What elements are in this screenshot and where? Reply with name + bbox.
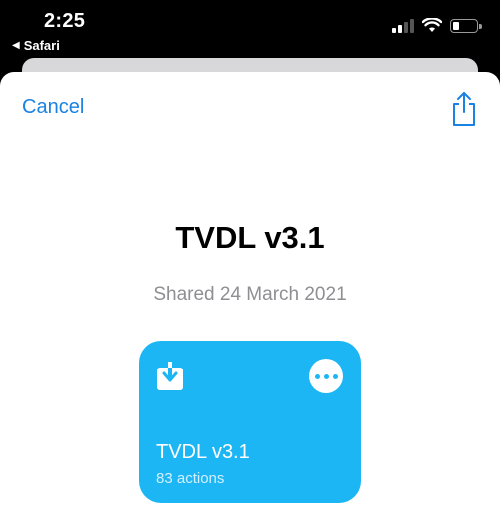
cancel-button[interactable]: Cancel: [22, 96, 84, 119]
shortcut-title: TVDL v3.1: [175, 220, 325, 255]
tile-shortcut-name: TVDL v3.1: [156, 441, 250, 463]
screen: 2:25 ◀ Safari Cancel TVDL v3.1 Shared 24…: [0, 0, 500, 522]
status-indicators: [392, 18, 482, 33]
status-bar: 2:25 ◀ Safari: [0, 0, 500, 60]
back-caret-icon: ◀: [12, 40, 20, 51]
download-icon: [157, 362, 183, 390]
back-to-app-link[interactable]: ◀ Safari: [12, 38, 60, 53]
status-time: 2:25: [44, 10, 86, 32]
ellipsis-icon[interactable]: [309, 359, 343, 393]
shared-date: Shared 24 March 2021: [153, 284, 347, 305]
tile-actions-count: 83 actions: [156, 470, 225, 487]
battery-icon: [450, 18, 482, 33]
shortcut-sheet: Cancel TVDL v3.1 Shared 24 March 2021 TV…: [0, 72, 500, 522]
wifi-icon: [422, 18, 442, 32]
signal-icon: [392, 18, 414, 33]
back-app-label: Safari: [23, 38, 60, 53]
share-icon[interactable]: [450, 90, 478, 128]
shortcut-tile[interactable]: TVDL v3.1 83 actions: [139, 341, 361, 503]
